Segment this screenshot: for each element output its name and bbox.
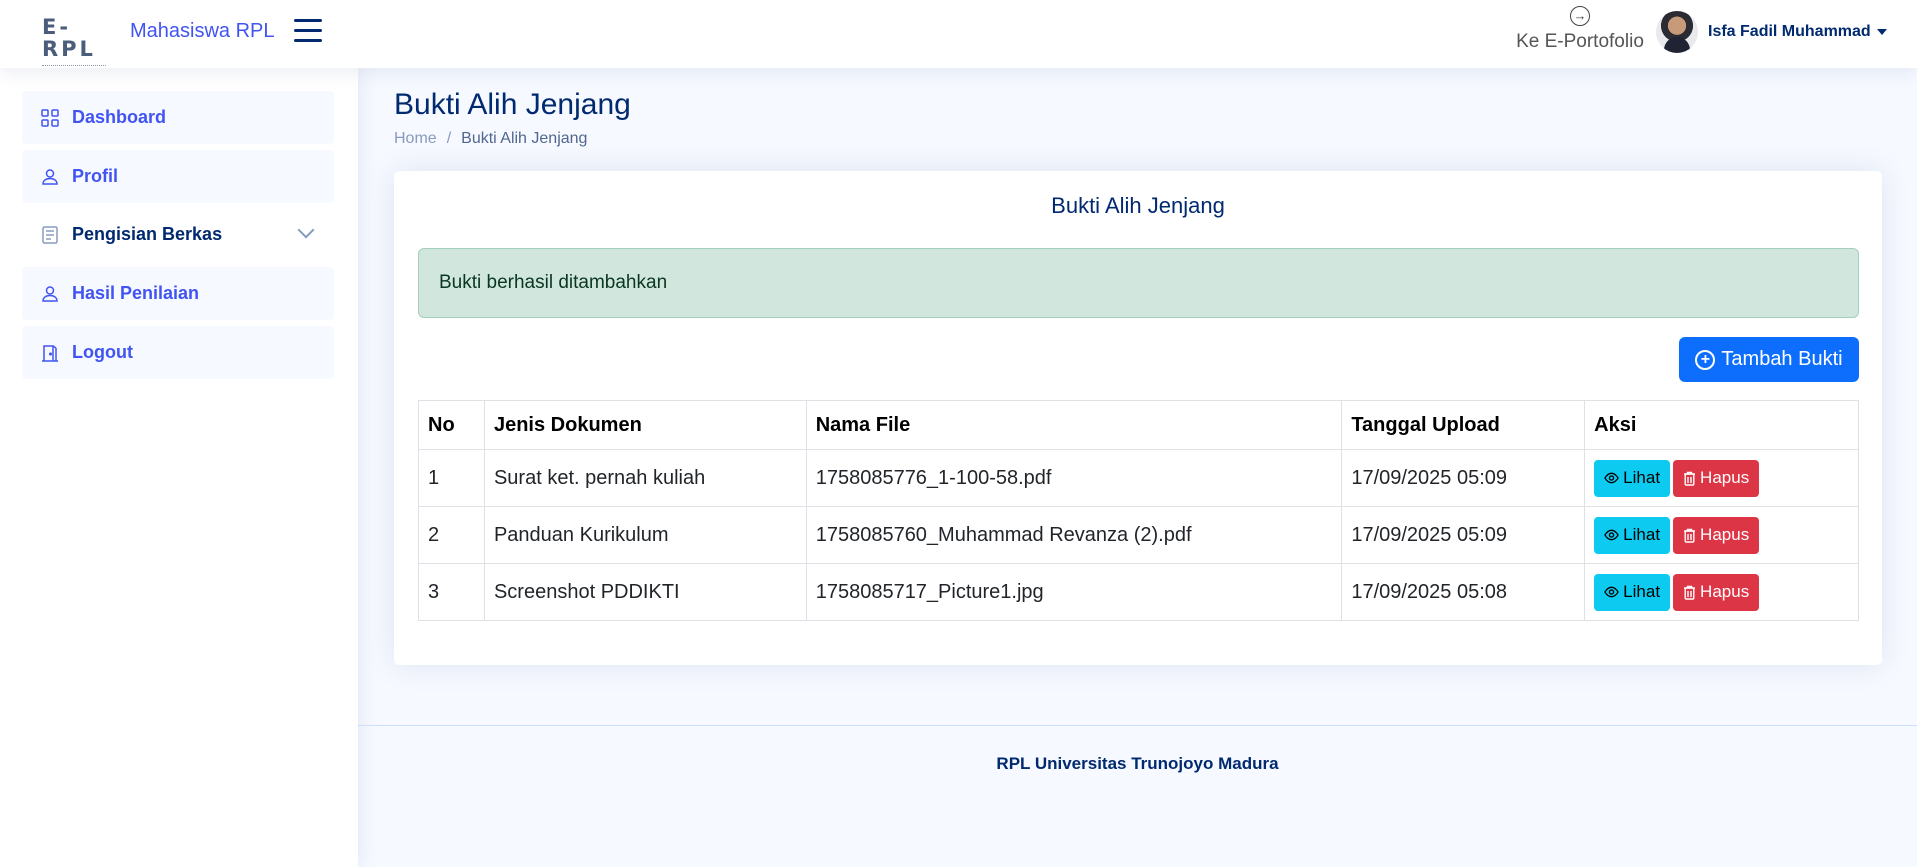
top-header: E-RPL Mahasiswa RPL → Ke E-Portofolio Is… xyxy=(0,0,1917,68)
trash-icon xyxy=(1684,471,1696,486)
logo-underline xyxy=(42,63,106,66)
hamburger-line xyxy=(294,39,322,42)
logo-text: E-RPL xyxy=(42,15,96,61)
arrow-right-circle-icon: → xyxy=(1570,6,1590,26)
eportfolio-label: Ke E-Portofolio xyxy=(1516,31,1644,52)
delete-button[interactable]: Hapus xyxy=(1673,459,1760,497)
sidebar-item-label: Profil xyxy=(72,166,119,186)
sidebar-item-profil[interactable]: Profil xyxy=(22,150,334,203)
cell-tanggal-upload: 17/09/2025 05:09 xyxy=(1341,506,1586,564)
plus-circle-icon: + xyxy=(1695,349,1716,370)
user-menu[interactable]: Isfa Fadil Muhammad xyxy=(1656,11,1887,53)
sidebar-item-hasil-penilaian[interactable]: Hasil Penilaian xyxy=(22,267,334,320)
eye-icon xyxy=(1604,586,1619,598)
cell-tanggal-upload: 17/09/2025 05:09 xyxy=(1341,449,1586,507)
cell-tanggal-upload: 17/09/2025 05:08 xyxy=(1341,563,1586,621)
breadcrumb-home-link[interactable]: Home xyxy=(394,130,437,148)
column-header-jenis-dokumen: Jenis Dokumen xyxy=(483,400,807,450)
sidebar-item-dashboard[interactable]: Dashboard xyxy=(22,91,334,144)
table-row: 3 Screenshot PDDIKTI 1758085717_Picture1… xyxy=(418,563,1859,621)
door-icon xyxy=(40,343,60,363)
cell-aksi: Lihat Hapus xyxy=(1584,506,1859,564)
chevron-down-icon xyxy=(297,221,315,239)
sidebar-item-label: Hasil Penilaian xyxy=(72,283,200,303)
cell-no: 2 xyxy=(418,506,485,564)
breadcrumb: Home / Bukti Alih Jenjang xyxy=(394,130,587,148)
user-name: Isfa Fadil Muhammad xyxy=(1708,23,1871,40)
column-header-aksi: Aksi xyxy=(1584,400,1859,450)
cell-aksi: Lihat Hapus xyxy=(1584,449,1859,507)
app-name[interactable]: Mahasiswa RPL xyxy=(130,20,275,43)
cell-nama-file: 1758085776_1-100-58.pdf xyxy=(805,449,1343,507)
sidebar-item-label: Dashboard xyxy=(72,107,167,127)
breadcrumb-current: Bukti Alih Jenjang xyxy=(461,130,588,147)
avatar xyxy=(1656,11,1698,53)
sidebar-item-pengisian-berkas[interactable]: Pengisian Berkas xyxy=(22,208,334,261)
cell-nama-file: 1758085717_Picture1.jpg xyxy=(805,563,1343,621)
footer-text: RPL Universitas Trunojoyo Madura xyxy=(996,754,1279,773)
card-title: Bukti Alih Jenjang xyxy=(1051,193,1225,218)
delete-button-label: Hapus xyxy=(1700,582,1750,601)
footer: RPL Universitas Trunojoyo Madura xyxy=(358,725,1917,867)
sidebar-item-logout[interactable]: Logout xyxy=(22,326,334,379)
alert-message: Bukti berhasil ditambahkan xyxy=(439,272,668,293)
eye-icon xyxy=(1604,472,1619,484)
view-button[interactable]: Lihat xyxy=(1594,459,1671,497)
sidebar: Dashboard Profil Pengisian Berkas Hasil … xyxy=(0,68,358,867)
evidence-table: No Jenis Dokumen Nama File Tanggal Uploa… xyxy=(418,400,1859,621)
document-list-icon xyxy=(40,225,60,245)
person-icon xyxy=(40,284,60,304)
sidebar-item-label: Pengisian Berkas xyxy=(72,224,223,244)
add-evidence-button[interactable]: + Tambah Bukti xyxy=(1679,337,1859,382)
table-header-row: No Jenis Dokumen Nama File Tanggal Uploa… xyxy=(418,400,1859,450)
view-button-label: Lihat xyxy=(1623,468,1661,487)
cell-no: 3 xyxy=(418,563,485,621)
view-button-label: Lihat xyxy=(1623,582,1661,601)
delete-button[interactable]: Hapus xyxy=(1673,573,1760,611)
sidebar-toggle-button[interactable] xyxy=(294,19,322,43)
cell-jenis-dokumen: Screenshot PDDIKTI xyxy=(483,563,807,621)
grid-icon xyxy=(40,108,60,128)
view-button[interactable]: Lihat xyxy=(1594,516,1671,554)
delete-button-label: Hapus xyxy=(1700,525,1750,544)
sidebar-item-label: Logout xyxy=(72,342,133,362)
trash-icon xyxy=(1684,585,1696,600)
eportfolio-link[interactable]: → Ke E-Portofolio xyxy=(1510,6,1650,53)
cell-jenis-dokumen: Surat ket. pernah kuliah xyxy=(483,449,807,507)
person-icon xyxy=(40,167,60,187)
table-row: 1 Surat ket. pernah kuliah 1758085776_1-… xyxy=(418,449,1859,507)
caret-down-icon xyxy=(1876,29,1887,35)
view-button-label: Lihat xyxy=(1623,525,1661,544)
table-row: 2 Panduan Kurikulum 1758085760_Muhammad … xyxy=(418,506,1859,564)
hamburger-line xyxy=(294,19,322,22)
cell-jenis-dokumen: Panduan Kurikulum xyxy=(483,506,807,564)
hamburger-line xyxy=(294,29,322,32)
trash-icon xyxy=(1684,528,1696,543)
cell-no: 1 xyxy=(418,449,485,507)
delete-button-label: Hapus xyxy=(1700,468,1750,487)
eye-icon xyxy=(1604,529,1619,541)
view-button[interactable]: Lihat xyxy=(1594,573,1671,611)
column-header-nama-file: Nama File xyxy=(805,400,1343,450)
page-title: Bukti Alih Jenjang xyxy=(394,88,631,121)
evidence-card: Bukti Alih Jenjang Bukti berhasil ditamb… xyxy=(394,171,1882,665)
column-header-no: No xyxy=(418,400,485,450)
delete-button[interactable]: Hapus xyxy=(1673,516,1760,554)
cell-aksi: Lihat Hapus xyxy=(1584,563,1859,621)
add-evidence-label: Tambah Bukti xyxy=(1721,348,1843,370)
erpl-logo[interactable]: E-RPL xyxy=(42,16,110,66)
cell-nama-file: 1758085760_Muhammad Revanza (2).pdf xyxy=(805,506,1343,564)
success-alert: Bukti berhasil ditambahkan xyxy=(418,248,1859,318)
column-header-tanggal-upload: Tanggal Upload xyxy=(1341,400,1586,450)
breadcrumb-separator: / xyxy=(446,130,452,147)
